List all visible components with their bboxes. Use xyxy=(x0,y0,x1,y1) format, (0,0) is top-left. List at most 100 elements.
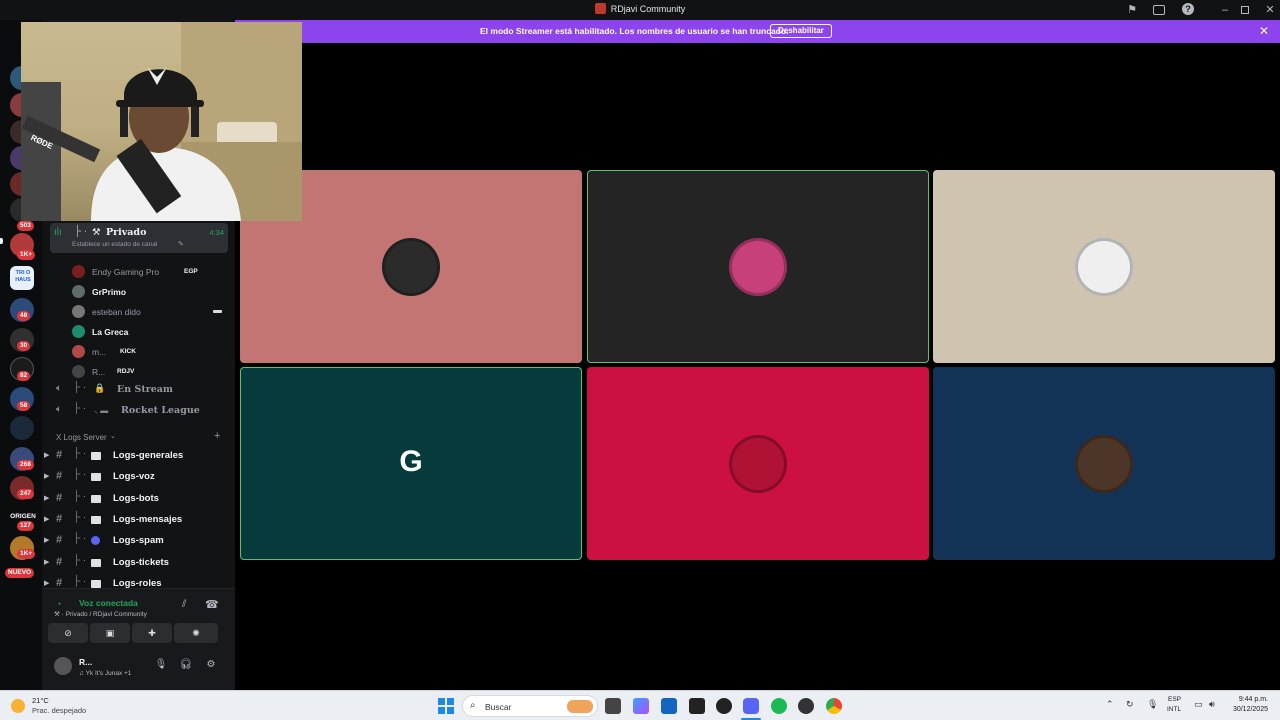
tray-monitor-icon[interactable]: ▭ xyxy=(1194,699,1203,710)
microphone-icon[interactable]: 🎙︎ xyxy=(154,658,168,672)
lock-icon: 🔒 xyxy=(94,383,106,393)
tree-branch-icon: ├ · xyxy=(73,469,87,481)
category-logs-server[interactable]: X Logs Server ⌄ + xyxy=(42,430,235,446)
close-window-icon[interactable]: ✕ xyxy=(1263,3,1277,17)
voice-channel-privado[interactable]: ılı ├ · ⚒ Privado 4:34 Establece un esta… xyxy=(50,223,228,253)
participant-avatar xyxy=(1075,237,1133,296)
edit-pencil-icon[interactable]: ✎ xyxy=(178,240,184,248)
channel-label: Logs-generales xyxy=(113,450,184,461)
mention-badge: 48 xyxy=(17,311,31,321)
weather-temperature[interactable]: 21°C xyxy=(32,696,49,705)
input-language[interactable]: ESP xyxy=(1168,696,1181,703)
channel-label: Rocket League xyxy=(121,405,200,416)
speaker-icon: 🔈︎ xyxy=(56,404,62,415)
disable-streamer-button[interactable]: Deshabilitar xyxy=(770,24,832,38)
disconnect-icon[interactable]: ☎ xyxy=(205,598,219,611)
text-channel[interactable]: ▶ # ├ · Logs-spam xyxy=(42,531,235,551)
spotify-icon[interactable] xyxy=(771,698,787,714)
add-channel-icon[interactable]: + xyxy=(214,430,220,442)
tree-branch-icon: ├ · xyxy=(73,448,87,459)
text-channel[interactable]: ▶ # ├ · Logs-voz xyxy=(42,467,235,487)
copilot-icon[interactable] xyxy=(633,698,649,714)
windows-start-icon[interactable] xyxy=(438,698,454,714)
voice-channel-path[interactable]: ⚒ · Privado / RDjavi Community xyxy=(54,610,147,618)
tree-branch-icon: ├ · xyxy=(73,554,87,566)
avatar xyxy=(72,285,85,298)
store-icon[interactable] xyxy=(661,698,677,714)
weather-sun-icon[interactable] xyxy=(11,699,25,713)
inbox-flag-icon[interactable]: ⚑ xyxy=(1125,3,1139,17)
headphones-icon[interactable]: 🎧︎ xyxy=(179,658,193,672)
search-icon: ⌕ xyxy=(470,700,476,711)
chevron-right-icon: ▶ xyxy=(44,473,50,481)
user-name[interactable]: R... xyxy=(79,657,92,667)
task-view-icon[interactable] xyxy=(605,698,621,714)
voice-member[interactable]: GrPrimo xyxy=(72,283,222,301)
channel-status-placeholder[interactable]: Establece un estado de canal xyxy=(72,241,157,248)
voice-member[interactable]: esteban dido xyxy=(72,303,222,321)
voice-channel-en-stream[interactable]: 🔈︎ ├ · 🔒 En Stream xyxy=(42,380,235,400)
activities-button[interactable]: ✚ xyxy=(132,623,172,643)
obs-icon[interactable] xyxy=(798,698,814,714)
share-screen-button[interactable]: ▣ xyxy=(90,623,130,643)
help-icon[interactable]: ? xyxy=(1182,3,1194,15)
voice-status[interactable]: Voz conectada xyxy=(79,598,138,608)
speaker-icon: 🔈︎ xyxy=(56,383,62,394)
text-channel[interactable]: ▶ # ├ · Logs-tickets xyxy=(42,553,235,573)
voice-member[interactable]: La Greca xyxy=(72,323,222,341)
weather-description[interactable]: Prac. despejado xyxy=(32,706,86,715)
voice-channel-rocket-league[interactable]: 🔈︎ ├ · ⸜ ▬ Rocket League xyxy=(42,401,235,421)
banner-close-icon[interactable]: ✕ xyxy=(1259,24,1269,38)
avatar[interactable] xyxy=(54,657,72,675)
chevron-right-icon: ▶ xyxy=(44,579,50,587)
tree-branch-icon: ├ · xyxy=(73,403,87,414)
app-icon[interactable] xyxy=(716,698,732,714)
voice-member[interactable]: m... KICK xyxy=(72,343,222,361)
text-channel[interactable]: ▶ # ├ · Logs-mensajes xyxy=(42,510,235,530)
settings-gear-icon[interactable]: ⚙ xyxy=(204,658,218,672)
tray-chevron-up-icon[interactable]: ⌃ xyxy=(1106,699,1114,710)
participant-avatar xyxy=(729,434,787,493)
channel-emoji-icon xyxy=(91,515,101,524)
participant-tile[interactable] xyxy=(587,170,929,363)
participant-tile[interactable] xyxy=(587,367,929,560)
tray-sync-icon[interactable]: ↻ xyxy=(1126,699,1134,710)
taskbar-search[interactable]: ⌕ Buscar xyxy=(462,695,598,717)
tray-volume-icon[interactable]: 🔊︎ xyxy=(1209,699,1215,710)
minimize-icon[interactable]: – xyxy=(1218,3,1232,17)
mention-badge: 127 xyxy=(17,521,34,531)
maximize-icon[interactable] xyxy=(1241,6,1249,14)
voice-member[interactable]: R... RDJV xyxy=(72,363,222,381)
avatar xyxy=(72,265,85,278)
participant-tile[interactable] xyxy=(933,170,1275,363)
participant-tile[interactable] xyxy=(933,367,1275,560)
soundboard-button[interactable]: ✺ xyxy=(174,623,218,643)
member-name: Endy Gaming Pro xyxy=(92,267,160,277)
server-icon[interactable] xyxy=(10,416,34,440)
participant-tile[interactable]: G xyxy=(240,367,582,560)
capcut-icon[interactable] xyxy=(689,698,705,714)
text-channel[interactable]: ▶ # ├ · Logs-bots xyxy=(42,489,235,509)
noise-suppression-icon[interactable]: ⫽ xyxy=(182,599,186,610)
clock-time[interactable]: 9:44 p.m. xyxy=(1239,696,1268,703)
channel-emoji-icon xyxy=(91,473,101,482)
mention-badge: 247 xyxy=(17,489,34,499)
tray-mic-icon[interactable]: 🎙︎ xyxy=(1147,699,1158,710)
channel-label: En Stream xyxy=(117,384,173,395)
hash-icon: # xyxy=(56,491,63,504)
window-title-text: RDjavi Community xyxy=(610,4,686,14)
clock-date[interactable]: 30/12/2025 xyxy=(1233,706,1268,713)
user-panel: R... ♫ Yk It's Junax +1 🎙︎ 🎧︎ ⚙ xyxy=(42,649,235,685)
participant-logo-letter: G xyxy=(399,444,423,478)
channel-emoji-icon xyxy=(91,579,101,588)
chrome-icon[interactable] xyxy=(826,698,842,714)
camera-off-button[interactable]: ⊘ xyxy=(48,623,88,643)
screen-share-icon[interactable] xyxy=(1153,5,1165,15)
input-layout[interactable]: INTL xyxy=(1167,706,1181,713)
origen-server-label[interactable]: ORIGEN xyxy=(10,513,36,520)
channel-label: Logs-spam xyxy=(113,535,164,547)
discord-icon[interactable] xyxy=(743,698,759,714)
text-channel[interactable]: ▶ # ├ · Logs-generales xyxy=(42,446,235,466)
search-highlight-icon xyxy=(567,700,593,713)
voice-member[interactable]: Endy Gaming Pro EGP xyxy=(72,263,222,281)
